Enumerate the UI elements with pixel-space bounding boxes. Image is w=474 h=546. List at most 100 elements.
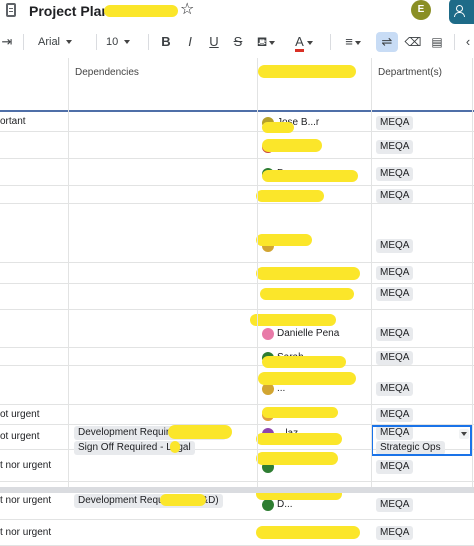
indent-icon[interactable]: ⇥ (0, 28, 14, 56)
column-header-label[interactable] (0, 58, 68, 110)
table-row[interactable]: t nor urgent MEQA (0, 450, 474, 482)
font-size-select[interactable]: 10 (106, 28, 140, 56)
redaction-scribble (256, 526, 360, 539)
column-header-department[interactable]: Department(s) (372, 58, 472, 110)
toolbar-divider (330, 34, 331, 50)
owner-chip[interactable]: Danielle Pena (262, 327, 372, 341)
avatar (262, 328, 274, 340)
department-chip[interactable]: MEQA (376, 408, 414, 422)
eraser-icon: ⌫ (404, 35, 422, 49)
paint-roller-icon: ▤ (431, 35, 443, 49)
department-header: Department(s) (378, 67, 442, 78)
column-divider[interactable] (371, 58, 372, 493)
column-divider[interactable] (472, 58, 473, 493)
text-color-button[interactable]: A (290, 28, 318, 56)
table-row[interactable]: ... MEQA (0, 366, 474, 405)
department-chip[interactable]: MEQA (376, 382, 414, 396)
priority-cell[interactable]: ot urgent (0, 431, 39, 442)
priority-cell[interactable]: t nor urgent (0, 495, 51, 506)
owner-chip[interactable]: D... (262, 498, 372, 512)
department-chip[interactable]: MEQA (376, 189, 414, 203)
align-left-icon: ≡ (345, 34, 353, 49)
redaction-scribble (262, 170, 358, 182)
wrap-icon: ⇌ (381, 34, 393, 49)
table-row[interactable]: Sarah ...MEQA (0, 348, 474, 368)
sheet-grid: Dependencies Department(s) ortant Jose B.… (0, 58, 474, 546)
bold-button[interactable]: B (158, 28, 174, 56)
toolbar-divider (148, 34, 149, 50)
column-header-dependencies[interactable]: Dependencies (69, 58, 257, 110)
table-row[interactable]: ot urgent Development Required - ...R&D) S… (0, 425, 474, 456)
redaction-scribble (256, 190, 324, 202)
text-wrap-button[interactable]: ⇌ (376, 32, 398, 52)
redaction-scribble (262, 139, 322, 152)
clear-format-button[interactable]: ⌫ (404, 28, 422, 56)
table-row[interactable]: MEQA (0, 186, 474, 204)
table-row[interactable]: t nor urgent...MeltzerMEQA (0, 520, 474, 546)
priority-cell[interactable]: ortant (0, 116, 26, 127)
column-divider[interactable] (68, 58, 69, 493)
department-chip[interactable]: MEQA (376, 167, 414, 181)
priority-cell[interactable]: ot urgent (0, 409, 39, 420)
department-chip[interactable]: MEQA (376, 287, 414, 301)
strikethrough-button[interactable]: S (230, 28, 246, 56)
department-chip[interactable]: MEQA (376, 140, 414, 154)
department-chip[interactable]: MEQA (376, 239, 414, 253)
redaction-scribble (104, 5, 178, 17)
redaction-scribble (258, 65, 356, 78)
owner-name: D... (277, 499, 293, 510)
font-select[interactable]: Arial (38, 28, 90, 56)
table-row[interactable]: Danielle Pena MEQA (0, 310, 474, 348)
column-divider[interactable] (257, 58, 258, 493)
chevron-down-icon[interactable] (459, 429, 469, 439)
department-chip[interactable]: MEQA (376, 526, 414, 540)
department-chip[interactable]: MEQA (376, 351, 414, 365)
redaction-scribble (262, 407, 338, 418)
user-avatar[interactable]: E (411, 0, 431, 20)
table-row[interactable]: ortant Jose B...r MEQA (0, 112, 474, 133)
share-people-icon[interactable] (449, 0, 474, 24)
toolbar-divider (96, 34, 97, 50)
horizontal-scrollbar[interactable] (0, 487, 474, 493)
department-chip[interactable]: MEQA (376, 266, 414, 280)
table-row[interactable]: MEQA (0, 204, 474, 263)
table-row[interactable]: ...rMEQA (0, 132, 474, 159)
priority-cell[interactable]: t nor urgent (0, 527, 51, 538)
chevron-down-icon (66, 40, 73, 45)
redaction-scribble (250, 314, 336, 326)
chevron-left-icon: ‹ (465, 34, 471, 49)
chevron-down-icon (269, 40, 276, 45)
redaction-scribble (256, 267, 360, 280)
department-chip[interactable]: MEQA (376, 460, 414, 474)
font-size-value: 10 (106, 36, 119, 48)
align-button[interactable]: ≡ (340, 28, 366, 56)
chevron-down-icon (306, 40, 313, 45)
redaction-scribble (260, 288, 354, 300)
redaction-scribble (256, 433, 342, 445)
department-chip[interactable]: MEQA (376, 498, 414, 512)
paint-format-button[interactable]: ▤ (428, 28, 446, 56)
redaction-scribble (256, 234, 312, 246)
department-chip[interactable]: MEQA (376, 327, 414, 341)
paint-bucket-icon: ⛾ (256, 34, 268, 49)
avatar (262, 499, 274, 511)
toolbar-divider (454, 34, 455, 50)
table-row[interactable]: Erica GonzalezMEQA (0, 284, 474, 310)
priority-cell[interactable]: t nor urgent (0, 460, 51, 471)
title-bar: Project Plan - ☆ E (0, 0, 474, 24)
owner-name: Danielle Pena (277, 328, 340, 339)
document-icon[interactable] (6, 3, 16, 17)
table-row[interactable]: D...MEQA (0, 159, 474, 186)
table-row[interactable]: ...ezMEQA (0, 263, 474, 284)
chevron-down-icon (354, 40, 361, 45)
table-row[interactable]: ot urgent MEQA (0, 405, 474, 425)
department-chip[interactable]: MEQA (376, 116, 414, 130)
italic-button[interactable]: I (182, 28, 198, 56)
header-row: Dependencies Department(s) (0, 58, 474, 112)
redaction-scribble (168, 425, 232, 439)
underline-button[interactable]: U (206, 28, 222, 56)
fill-color-button[interactable]: ⛾ (254, 28, 278, 56)
toolbar-divider (23, 34, 24, 50)
star-icon[interactable]: ☆ (180, 1, 194, 19)
collapse-toolbar-button[interactable]: ‹ (462, 28, 474, 56)
